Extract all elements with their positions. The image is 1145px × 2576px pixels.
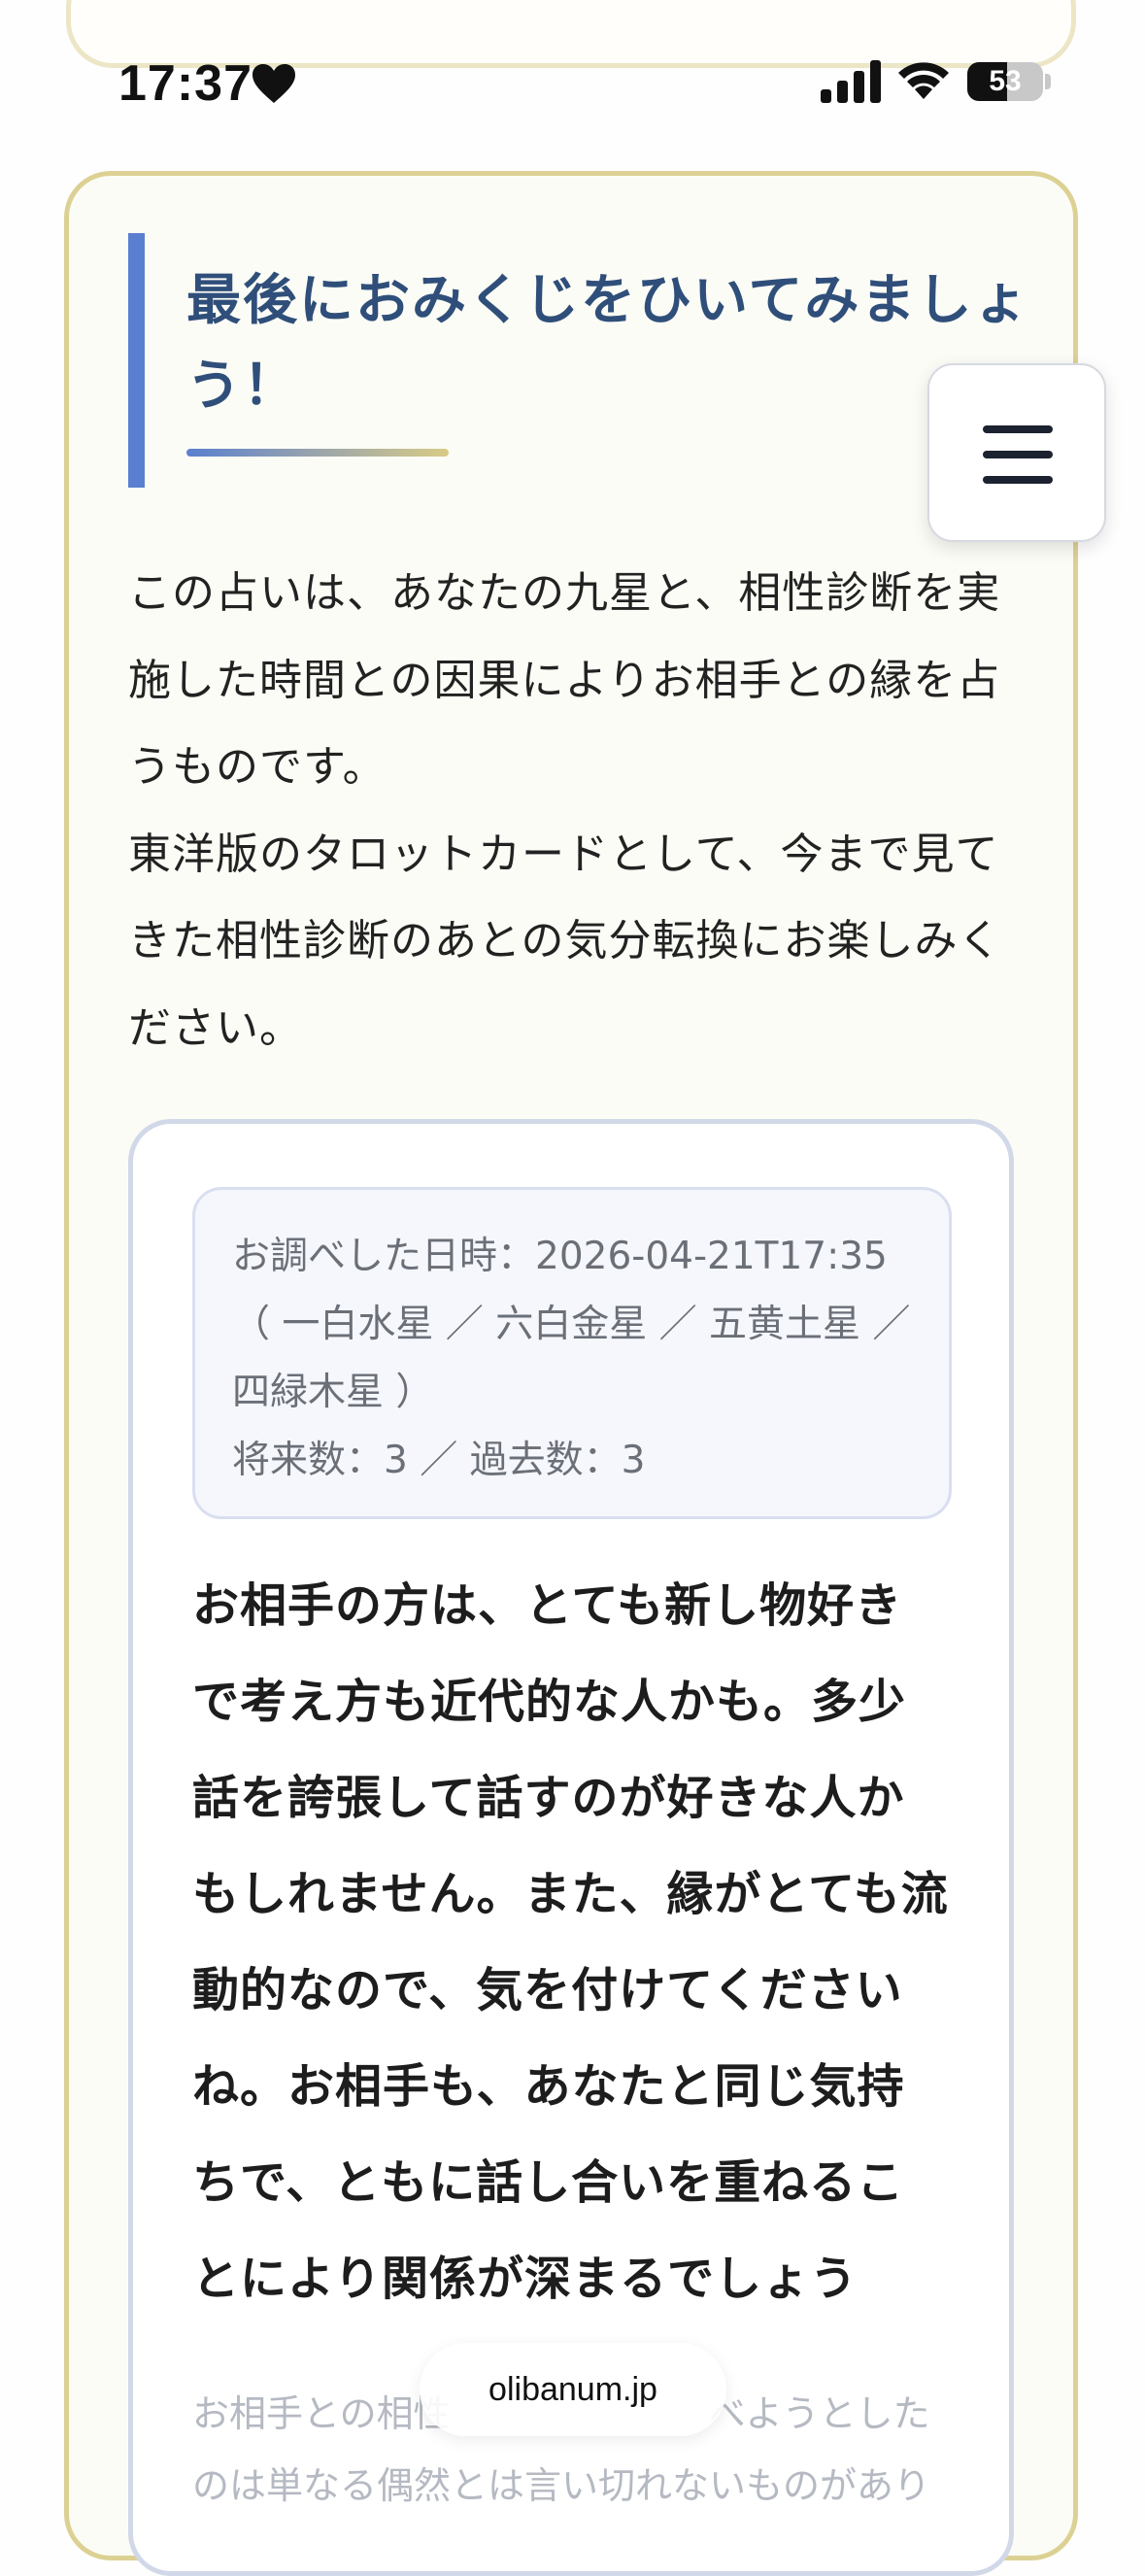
section-heading: 最後におみくじをひいてみましょう！	[128, 233, 1027, 488]
status-time: 17:37	[118, 55, 253, 112]
heading-underline	[186, 449, 449, 457]
wifi-icon	[898, 62, 949, 99]
cellular-signal-icon	[821, 60, 881, 103]
query-stars-line-2: 四緑木星 ）	[232, 1371, 434, 1414]
query-numbers: 将来数：3 ／ 過去数：3	[232, 1439, 646, 1482]
battery-icon: 53	[967, 62, 1043, 101]
faded-note-line-2: のは単なる偶然とは言い切れないものがあり	[192, 2464, 931, 2507]
browser-url-pill[interactable]: olibanum.jp	[420, 2343, 726, 2436]
query-datetime: お調べした日時：2026-04-21T17:35	[232, 1235, 888, 1278]
hamburger-menu-icon	[983, 451, 1053, 458]
query-info-box: お調べした日時：2026-04-21T17:35 （ 一白水星 ／ 六白金星 ／…	[192, 1187, 952, 1519]
battery-tip	[1045, 74, 1051, 89]
intro-paragraph: この占いは、あなたの九星と、相性診断を実施した時間との因果によりお相手との縁を占…	[128, 568, 1002, 1053]
query-stars-line-1: （ 一白水星 ／ 六白金星 ／ 五黄土星 ／	[232, 1303, 911, 1346]
heading-accent-bar	[128, 233, 145, 488]
fortune-result-text: お相手の方は、とても新し物好きで考え方も近代的な人かも。多少話を誇張して話すのが…	[192, 1578, 949, 2306]
status-bar: 17:37 53	[0, 47, 1145, 124]
hamburger-menu-icon	[983, 476, 1053, 484]
section-title: 最後におみくじをひいてみましょう！	[186, 269, 1030, 418]
hamburger-menu-icon	[983, 425, 1053, 433]
battery-level: 53	[989, 65, 1022, 97]
heart-icon	[253, 64, 295, 103]
hamburger-menu-button[interactable]	[927, 363, 1106, 542]
